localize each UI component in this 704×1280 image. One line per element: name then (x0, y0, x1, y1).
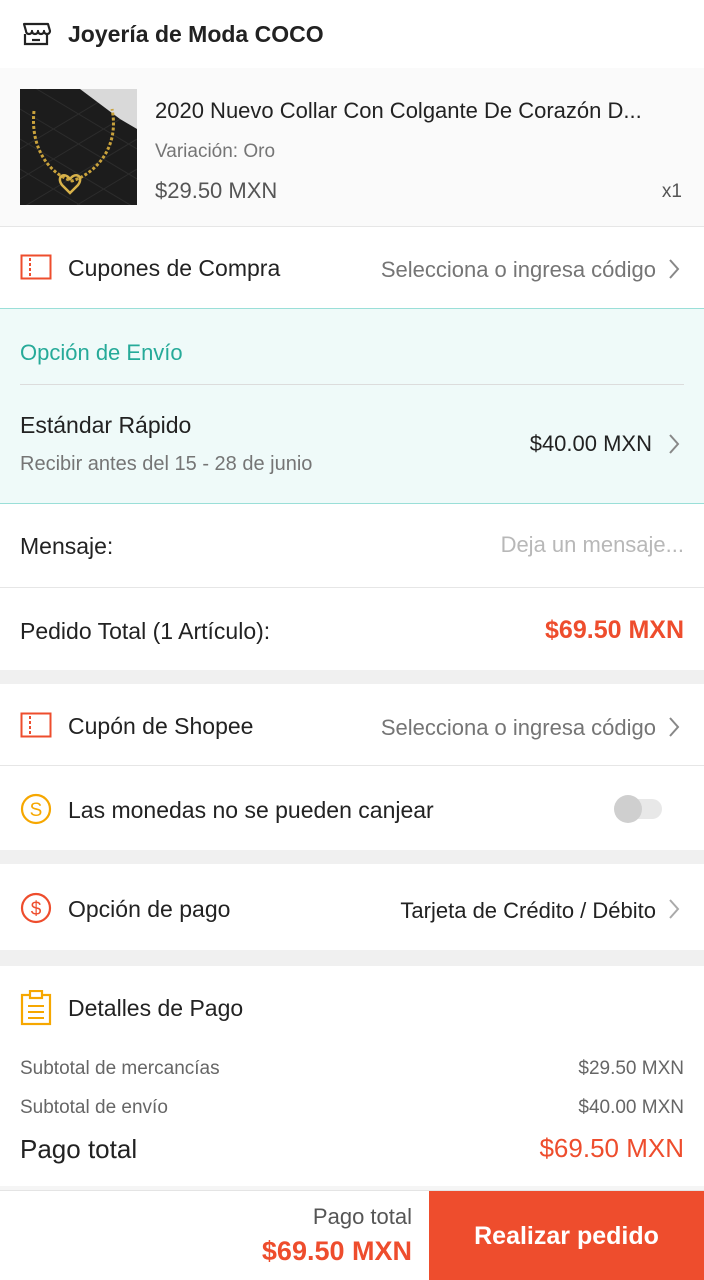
coupon-icon (20, 254, 52, 280)
product-quantity: x1 (661, 181, 682, 202)
payment-option-row[interactable]: $ Opción de pago Tarjeta de Crédito / Dé… (0, 864, 704, 950)
toggle-knob (614, 795, 642, 823)
coins-row: S Las monedas no se pueden canjear (0, 766, 704, 850)
bottom-total-value: $69.50 MXN (261, 1236, 412, 1266)
shop-name: Joyería de Moda COCO (68, 20, 324, 47)
payment-option-value: Tarjeta de Crédito / Débito (400, 898, 656, 923)
product-thumbnail (20, 89, 137, 205)
chevron-right-icon (669, 434, 680, 454)
shopee-voucher-label: Cupón de Shopee (68, 713, 254, 739)
shop-voucher-row[interactable]: Cupones de Compra Selecciona o ingresa c… (0, 226, 704, 308)
clipboard-icon (20, 990, 52, 1026)
product-price: $29.50 MXN (155, 178, 278, 203)
shopee-voucher-value: Selecciona o ingresa código (380, 715, 656, 740)
message-label: Mensaje: (20, 533, 114, 559)
merchandise-subtotal-label: Subtotal de mercancías (20, 1058, 220, 1079)
dollar-circle-icon: $ (20, 892, 52, 924)
order-total-row: Pedido Total (1 Artículo): $69.50 MXN (0, 588, 704, 670)
product-title: 2020 Nuevo Collar Con Colgante De Corazó… (155, 98, 642, 123)
payment-details-section: Detalles de Pago Subtotal de mercancías … (0, 966, 704, 1186)
svg-text:S: S (30, 800, 43, 821)
shipping-method-name: Estándar Rápido (20, 412, 192, 438)
bottom-checkout-bar: Pago total $69.50 MXN Realizar pedido (0, 1190, 704, 1280)
checkout-page: Joyería de Moda COCO 2020 Nuevo Collar C… (0, 0, 704, 1280)
shipping-option-section[interactable]: Opción de Envío Estándar Rápido Recibir … (0, 308, 704, 504)
coin-icon: S (20, 793, 52, 825)
shipping-section-title: Opción de Envío (20, 340, 183, 365)
chevron-right-icon (669, 259, 680, 279)
product-item[interactable]: 2020 Nuevo Collar Con Colgante De Corazó… (0, 68, 704, 226)
coins-label: Las monedas no se pueden canjear (68, 797, 434, 823)
payment-details-title: Detalles de Pago (68, 995, 244, 1021)
bottom-total-label: Pago total (312, 1204, 412, 1229)
store-icon (22, 22, 52, 46)
shipping-price: $40.00 MXN (529, 431, 652, 456)
chevron-right-icon (669, 899, 680, 919)
order-total-value: $69.50 MXN (545, 616, 684, 644)
shop-voucher-value: Selecciona o ingresa código (380, 257, 656, 282)
shipping-subtotal-label: Subtotal de envío (20, 1097, 168, 1118)
payment-total-label: Pago total (20, 1134, 138, 1164)
product-variation: Variación: Oro (155, 141, 276, 162)
payment-option-label: Opción de pago (68, 896, 231, 922)
shipping-subtotal-value: $40.00 MXN (578, 1097, 684, 1118)
shop-header: Joyería de Moda COCO (0, 0, 704, 68)
svg-text:$: $ (31, 899, 42, 920)
message-row: Mensaje: (0, 504, 704, 588)
chevron-right-icon (669, 717, 680, 737)
place-order-button[interactable]: Realizar pedido (429, 1191, 704, 1280)
shopee-voucher-row[interactable]: Cupón de Shopee Selecciona o ingresa cód… (0, 684, 704, 766)
message-input[interactable] (384, 528, 684, 562)
payment-total-value: $69.50 MXN (539, 1133, 684, 1163)
shop-voucher-label: Cupones de Compra (68, 255, 281, 281)
order-total-label: Pedido Total (1 Artículo): (20, 618, 271, 644)
coupon-icon (20, 712, 52, 738)
shipping-eta: Recibir antes del 15 - 28 de junio (20, 453, 313, 475)
merchandise-subtotal-value: $29.50 MXN (578, 1058, 684, 1079)
coins-toggle[interactable] (614, 795, 662, 823)
